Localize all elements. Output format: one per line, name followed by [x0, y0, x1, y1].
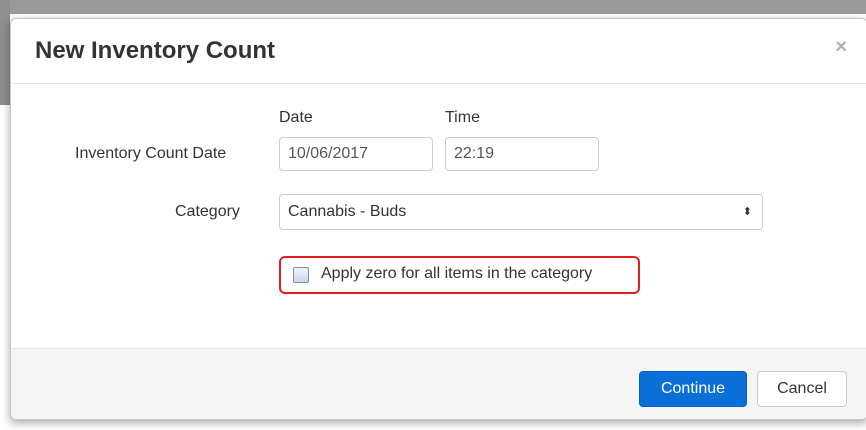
backdrop-overlay-top — [0, 0, 866, 14]
date-heading: Date — [279, 109, 313, 126]
time-input[interactable]: 22:19 — [445, 137, 599, 171]
close-icon[interactable]: × — [835, 37, 847, 57]
time-heading: Time — [445, 109, 480, 126]
category-label: Category — [175, 203, 240, 220]
apply-zero-label[interactable]: Apply zero for all items in the category — [321, 265, 592, 283]
continue-button[interactable]: Continue — [639, 371, 747, 407]
apply-zero-highlight: Apply zero for all items in the category — [279, 256, 640, 294]
dialog-footer: Continue Cancel — [11, 348, 866, 419]
category-selected-value: Cannabis - Buds — [288, 203, 407, 220]
backdrop-overlay-left — [0, 0, 10, 105]
dialog-title: New Inventory Count — [35, 37, 276, 64]
new-inventory-count-dialog: New Inventory Count × Date Time Inventor… — [10, 18, 866, 420]
cancel-button[interactable]: Cancel — [757, 371, 847, 407]
date-input[interactable]: 10/06/2017 — [279, 137, 433, 171]
dialog-header: New Inventory Count × — [11, 19, 866, 84]
select-arrows-icon: ⬍ — [742, 206, 752, 218]
apply-zero-checkbox[interactable] — [293, 267, 309, 283]
inventory-count-date-label: Inventory Count Date — [75, 145, 227, 162]
category-select[interactable]: Cannabis - Buds ⬍ — [279, 194, 763, 230]
